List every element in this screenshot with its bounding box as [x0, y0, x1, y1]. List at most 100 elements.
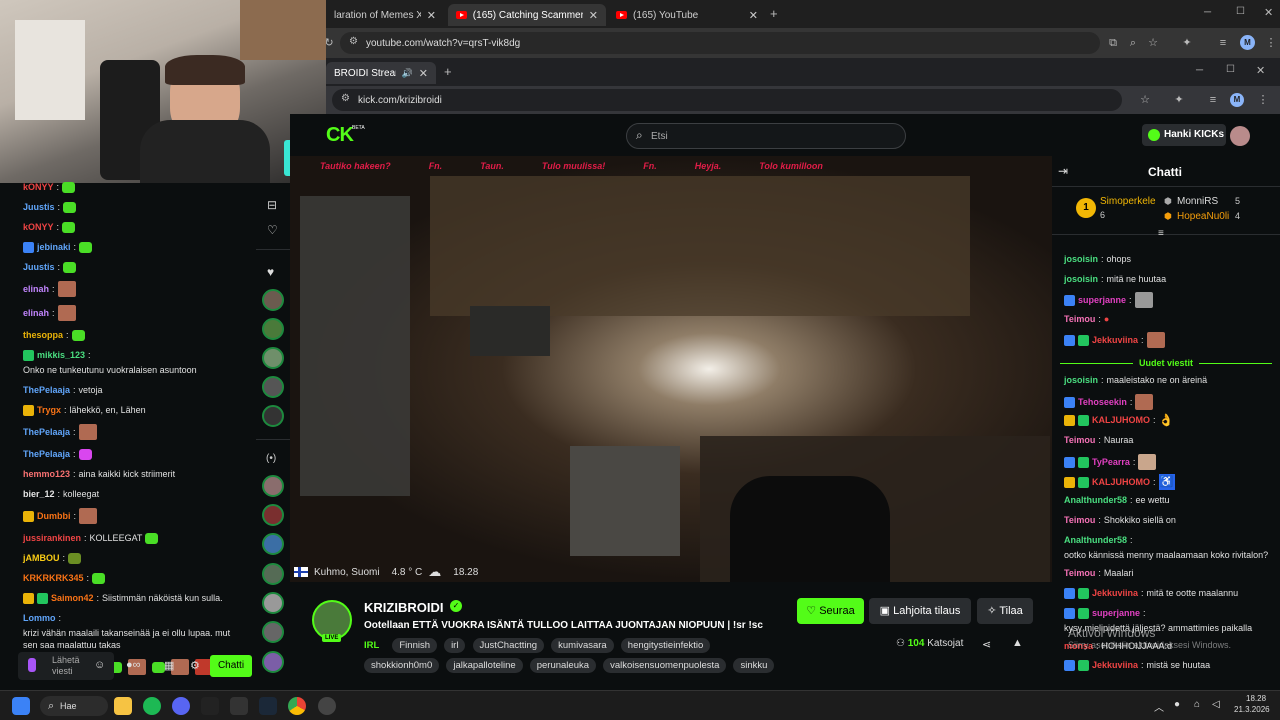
collapse-chat-icon[interactable]: ⇥ [1058, 164, 1068, 178]
chat-username[interactable]: thesoppa [23, 329, 63, 341]
kick-logo[interactable]: CK [326, 124, 354, 147]
tag[interactable]: irl [444, 638, 466, 653]
outer-tab-1[interactable]: laration of Memes Xssä: "C ✕ [326, 4, 444, 26]
chat-username[interactable]: mikkis_123 [37, 349, 85, 361]
chat-username[interactable]: Teimou [1064, 434, 1095, 446]
streamer-name[interactable]: KRIZIBROIDI [364, 600, 443, 615]
chat-username[interactable]: ThePelaaja [23, 384, 70, 396]
close-window-button[interactable]: ✕ [1264, 6, 1273, 19]
chat-username[interactable]: KALJUHOMO [1092, 476, 1150, 488]
chat-username[interactable]: Analthunder58 [1064, 534, 1127, 546]
report-icon[interactable]: ▲ [1012, 637, 1023, 649]
close-icon[interactable]: ✕ [427, 9, 436, 22]
chat-username[interactable]: TyPearra [1092, 456, 1130, 468]
leaderboard-name[interactable]: HopeaNu0li [1177, 211, 1229, 222]
chat-username[interactable]: kONYY [23, 181, 54, 193]
channel-avatar[interactable] [262, 651, 284, 673]
channel-avatar[interactable] [262, 376, 284, 398]
outer-tab-2[interactable]: (165) Catching Scammers in Ital ✕ [448, 4, 606, 26]
channel-avatar[interactable] [262, 621, 284, 643]
tag[interactable]: JustChactting [472, 638, 545, 653]
live-broadcast-icon[interactable]: (•) [266, 453, 276, 464]
follow-button[interactable]: ♡ Seuraa [797, 598, 864, 624]
chat-username[interactable]: Dumbbi [37, 510, 71, 522]
profile-avatar[interactable]: M [1240, 35, 1255, 50]
outer-tab-3[interactable]: (165) YouTube ✕ [608, 4, 766, 26]
minimize-button[interactable]: ─ [1196, 65, 1203, 76]
chat-username[interactable]: Jekkuviina [1092, 334, 1138, 346]
steam-icon[interactable] [259, 697, 277, 715]
heart-icon[interactable]: ♡ [267, 223, 278, 237]
microphone-icon[interactable]: ● [1174, 699, 1180, 710]
chat-username[interactable]: Teimou [1064, 567, 1095, 579]
tag[interactable]: shokkionh0m0 [364, 658, 440, 673]
profile-avatar[interactable]: M [1230, 93, 1244, 107]
chat-username[interactable]: ThePelaaja [23, 448, 70, 460]
chat-username[interactable]: Trygx [37, 404, 61, 416]
new-tab-button[interactable]: + [770, 6, 778, 21]
tag[interactable]: valkoisensuomenpuolesta [603, 658, 727, 673]
chat-username[interactable]: ThePelaaja [23, 426, 70, 438]
app-icon[interactable] [230, 697, 248, 715]
chat-username[interactable]: Saimon42 [51, 592, 94, 604]
chat-username[interactable]: josoisin [1064, 253, 1098, 265]
user-avatar[interactable] [1230, 126, 1250, 146]
leaderboard-name[interactable]: MonniRS [1177, 196, 1218, 207]
channel-avatar[interactable] [262, 563, 284, 585]
zoom-icon[interactable]: ⌕ [1126, 36, 1140, 50]
video-player[interactable]: Tautiko hakeen? Fn. Taun. Tulo muulissa!… [290, 156, 1052, 582]
chat-username[interactable]: kONYY [23, 221, 54, 233]
chat-username[interactable]: superjanne [1092, 607, 1140, 619]
channel-avatar[interactable] [262, 592, 284, 614]
tag[interactable]: kumivasara [551, 638, 614, 653]
get-kicks-button[interactable]: Hanki KICKs [1142, 124, 1226, 146]
speaker-icon[interactable]: 🔊 [402, 68, 413, 79]
chat-input[interactable]: Lähetä viesti ☺ [18, 652, 114, 680]
gift-sub-button[interactable]: ▣ Lahjoita tilaus [869, 598, 971, 624]
extensions-icon[interactable]: ✦ [1180, 36, 1194, 50]
chat-username[interactable]: elinah [23, 307, 49, 319]
channel-avatar[interactable] [262, 475, 284, 497]
collapse-icon[interactable]: ⊟ [267, 198, 277, 212]
spotify-icon[interactable] [143, 697, 161, 715]
chat-username[interactable]: Jekkuviina [1092, 659, 1138, 671]
chat-username[interactable]: Analthunder58 [1064, 494, 1127, 506]
media-icon[interactable]: ≡ [1216, 36, 1230, 50]
channel-avatar[interactable] [262, 318, 284, 340]
search-input[interactable]: ⌕ Etsi [626, 123, 906, 149]
bookmark-star-icon[interactable]: ☆ [1146, 36, 1160, 50]
chrome-icon[interactable] [288, 697, 306, 715]
subscribe-button[interactable]: ✧ Tilaa [977, 598, 1033, 624]
tag[interactable]: perunaleuka [529, 658, 597, 673]
maximize-button[interactable]: ☐ [1236, 6, 1245, 17]
chat-username[interactable]: elinah [23, 283, 49, 295]
chat-username[interactable]: josoisin [1064, 273, 1098, 285]
chat-username[interactable]: hemmo123 [23, 468, 70, 480]
share-icon[interactable]: ⋖ [982, 638, 991, 651]
chat-username[interactable]: Tehoseekin [1078, 396, 1127, 408]
channel-avatar[interactable] [262, 289, 284, 311]
clock-date[interactable]: 21.3.2026 [1234, 705, 1270, 714]
chat-username[interactable]: Teimou [1064, 514, 1095, 526]
clock-time[interactable]: 18.28 [1246, 694, 1266, 703]
discord-icon[interactable] [172, 697, 190, 715]
chat-username[interactable]: Juustis [23, 201, 55, 213]
channel-avatar[interactable] [262, 533, 284, 555]
file-explorer-icon[interactable] [114, 697, 132, 715]
tag[interactable]: sinkku [733, 658, 775, 673]
chat-username[interactable]: monsa [1064, 640, 1093, 652]
site-info-icon[interactable]: ⚙ [349, 36, 358, 47]
start-windows-icon[interactable] [12, 697, 30, 715]
chat-username[interactable]: Teimou [1064, 313, 1095, 325]
chat-username[interactable]: superjanne [1078, 294, 1126, 306]
inner-url-field[interactable]: ⚙ kick.com/krizibroidi [332, 89, 1122, 111]
extensions-icon[interactable]: ✦ [1172, 93, 1186, 107]
channel-avatar[interactable] [262, 405, 284, 427]
chat-username[interactable]: josoisin [1064, 374, 1098, 386]
tray-chevron-icon[interactable]: ︿ [1154, 699, 1164, 714]
chat-username[interactable]: Jekkuviina [1092, 587, 1138, 599]
close-icon[interactable]: ✕ [589, 9, 598, 22]
emoji-icon[interactable]: ☺ [94, 659, 105, 671]
menu-icon[interactable]: ⋮ [1256, 93, 1270, 107]
category-link[interactable]: IRL [364, 640, 379, 651]
